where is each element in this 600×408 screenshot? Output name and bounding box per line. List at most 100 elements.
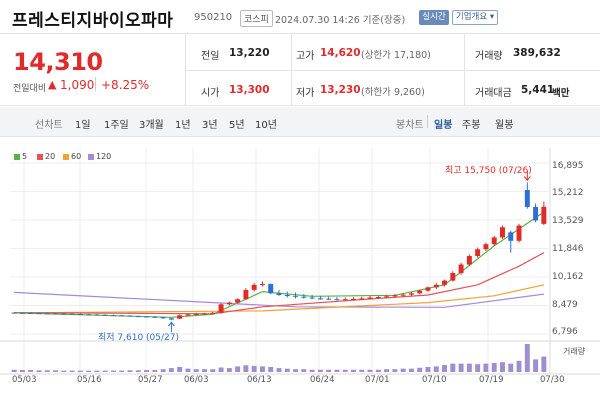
volume-bar: [53, 370, 59, 372]
candle-body: [375, 297, 381, 299]
volume-bar: [450, 363, 456, 372]
lower-limit: (하한가 9,260): [361, 87, 425, 98]
volume-bar: [61, 370, 67, 372]
candle-body: [235, 299, 241, 303]
realtime-button[interactable]: 실시간: [419, 10, 449, 25]
legend-swatch: [63, 153, 69, 160]
candle-body: [533, 206, 539, 221]
trade-value: 5,441: [521, 84, 555, 96]
period-selector: 선차트 1일 1주일 3개월 1년 3년 5년 10년 봉차트 일봉 주봉 월봉: [0, 107, 600, 137]
stock-header: 프레스티지바이오파마 950210 코스피 2024.07.30 14:26 기…: [0, 0, 600, 34]
candle-chart-label: 봉차트: [396, 120, 424, 131]
volume-bar: [235, 366, 241, 372]
tab-10year[interactable]: 10년: [255, 116, 277, 131]
line-chart-label: 선차트: [35, 120, 63, 131]
volume-bar: [19, 370, 25, 372]
volume-bar: [119, 370, 125, 372]
volume-bar: [251, 365, 257, 372]
candle-body: [392, 295, 398, 297]
tab-1day[interactable]: 1일: [75, 116, 91, 131]
volume-bar: [77, 370, 83, 372]
volume-bar: [102, 370, 108, 372]
y-tick-label: 10,162: [552, 272, 584, 282]
volume-bar: [276, 368, 282, 372]
candle-body: [516, 225, 522, 241]
tab-1year[interactable]: 1년: [175, 116, 191, 131]
volume-axis-label: 거래량: [563, 347, 586, 356]
volume-bar: [268, 366, 274, 372]
candle-body: [351, 298, 356, 300]
volume-bar: [375, 369, 381, 372]
candle-body: [36, 313, 42, 315]
market-badge: 코스피: [240, 10, 273, 27]
candle-body: [69, 313, 75, 315]
volume-bar: [491, 363, 497, 372]
candle-body: [19, 312, 25, 314]
volume-bar: [243, 365, 249, 372]
high-label: 고가: [296, 51, 315, 62]
tab-3month[interactable]: 3개월: [139, 116, 164, 131]
candle-body: [152, 316, 158, 318]
candle-body: [185, 314, 191, 316]
open-label: 시가: [201, 88, 220, 99]
candle-body: [226, 302, 232, 305]
volume-bar: [94, 370, 100, 372]
candle-body: [276, 293, 282, 295]
company-info-button[interactable]: 기업개요 ▾: [452, 10, 498, 25]
candle-body: [168, 318, 174, 320]
volume-bar: [425, 366, 431, 372]
volume-bar: [135, 370, 141, 372]
candle-body: [466, 256, 472, 265]
candle-body: [301, 296, 307, 298]
divider: [185, 70, 600, 71]
volume-bar: [202, 369, 207, 372]
tab-monthly[interactable]: 월봉: [495, 116, 513, 131]
tab-weekly[interactable]: 주봉: [462, 116, 480, 131]
volume-bar: [516, 360, 522, 372]
tab-3year[interactable]: 3년: [202, 116, 218, 131]
volume-bar: [69, 370, 75, 372]
tab-1week[interactable]: 1주일: [104, 116, 129, 131]
candle-body: [384, 296, 390, 298]
candle-body: [259, 283, 265, 285]
candle-body: [11, 312, 17, 314]
candle-body: [44, 313, 50, 315]
change-label: 전일대비: [13, 84, 47, 94]
volume-bar: [210, 369, 216, 372]
tab-5year[interactable]: 5년: [229, 116, 245, 131]
candle-body: [94, 314, 100, 316]
x-tick-label: 07/10: [422, 375, 447, 385]
volume-bar: [524, 344, 530, 372]
volume-bar: [284, 368, 290, 372]
candle-body: [193, 313, 199, 315]
candle-body: [541, 206, 547, 224]
tab-daily[interactable]: 일봉: [434, 116, 452, 131]
candle-body: [53, 313, 59, 315]
y-tick-label: 13,529: [552, 216, 584, 226]
candlestick-chart[interactable]: [0, 138, 600, 408]
candle-body: [425, 287, 431, 291]
candle-body: [342, 299, 348, 301]
x-tick-label: 07/01: [365, 375, 390, 385]
price-summary: 14,310 전일대비 ▲ 1,090 +8.25% 전일 13,220 시가 …: [0, 34, 600, 106]
candle-body: [367, 297, 373, 299]
x-tick-label: 05/03: [12, 375, 37, 385]
volume-bar: [475, 364, 481, 372]
volume-bar: [483, 363, 489, 372]
divider: [427, 115, 428, 128]
volume-bar: [334, 369, 340, 372]
up-arrow-icon: ▲: [48, 78, 57, 91]
high-value: 14,620: [320, 47, 361, 59]
upper-limit: (상한가 17,180): [361, 50, 431, 61]
trade-value-label: 거래대금: [475, 88, 512, 99]
volume-bar: [317, 369, 323, 372]
volume-bar: [86, 370, 92, 372]
stock-code: 950210: [194, 12, 233, 23]
volume-bar: [160, 369, 166, 372]
candle-body: [251, 284, 257, 290]
candle-body: [144, 316, 150, 318]
ma60-line: [14, 284, 545, 314]
candle-body: [458, 264, 464, 273]
volume-bar: [442, 365, 448, 372]
trade-value-unit: 백만: [552, 88, 570, 99]
